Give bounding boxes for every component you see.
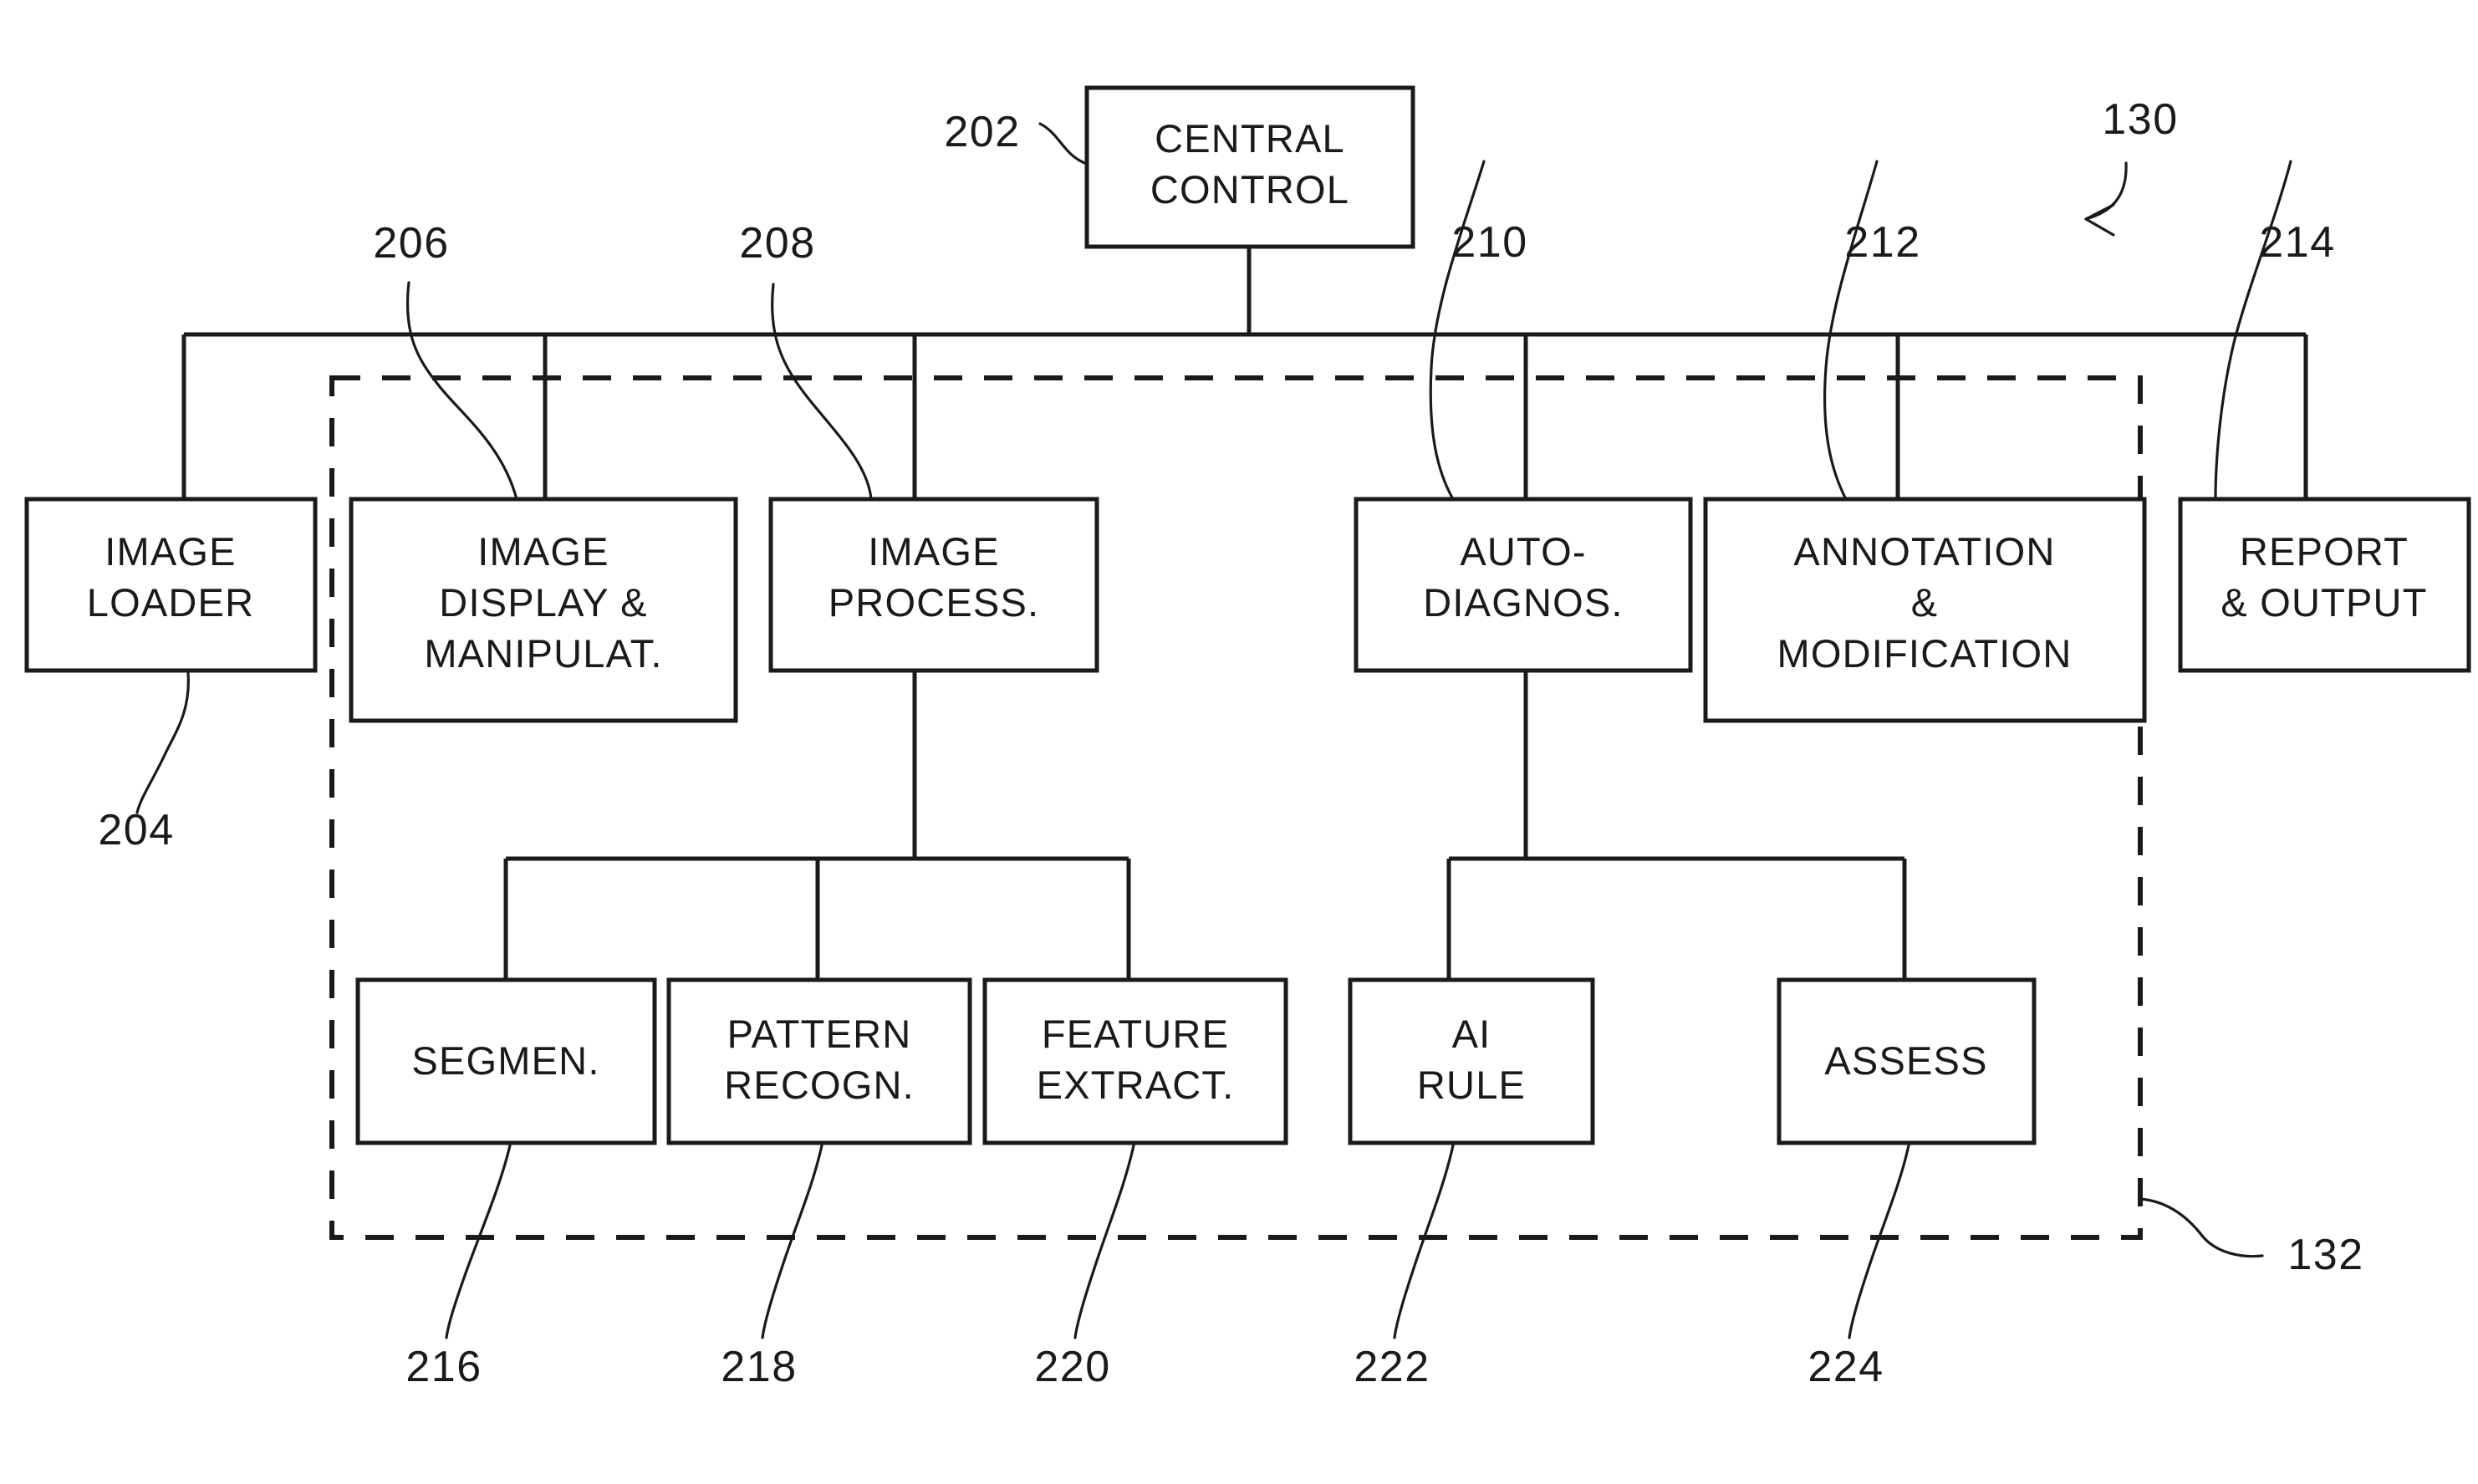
label-image-loader-line1: IMAGE [105,529,236,574]
ref-numeral-132: 132 [2287,1231,2363,1279]
ref-numeral-206: 206 [373,219,449,268]
label-image-process-line2: PROCESS. [829,580,1040,625]
leader-212 [1823,160,1879,501]
ref-numeral-224: 224 [1808,1343,1884,1391]
block-feature-extraction[interactable] [982,977,1288,1145]
label-report-output-line2: & OUTPUT [2221,580,2427,625]
label-central-control-line2: CONTROL [1150,167,1349,212]
label-central-control-line1: CENTRAL [1155,116,1345,161]
ref-numeral-130: 130 [2102,95,2178,144]
label-image-loader-line2: LOADER [87,580,254,625]
label-ai-rule-line1: AI [1452,1012,1491,1056]
label-image-process-line1: IMAGE [868,529,999,574]
ref-numeral-202: 202 [944,108,1020,156]
leader-206 [405,281,518,501]
leader-130 [2084,161,2128,221]
ref-numeral-212: 212 [1844,218,1920,267]
leader-132 [2139,1197,2264,1258]
label-image-display-line3: MANIPULAT. [424,631,662,676]
leader-202 [1038,122,1089,166]
label-feature-extraction-line2: EXTRACT. [1037,1063,1235,1107]
label-annotation-line3: MODIFICATION [1777,631,2073,676]
block-pattern-recognition[interactable] [666,977,972,1145]
ref-numeral-204: 204 [98,806,174,854]
ref-numeral-210: 210 [1451,218,1527,267]
leader-218 [761,1144,823,1339]
leader-216 [445,1144,512,1339]
patent-figure-canvas: CENTRAL CONTROL IMAGE LOADER IMAGE DISPL… [0,0,2478,1484]
ref-numeral-220: 220 [1034,1343,1110,1391]
label-annotation-line2: & [1911,580,1939,625]
label-annotation-line1: ANNOTATION [1793,529,2055,574]
leader-220 [1073,1144,1135,1339]
leader-214 [2214,160,2292,501]
label-pattern-recognition-line1: PATTERN [727,1012,912,1056]
ref-numeral-222: 222 [1354,1343,1430,1391]
label-image-display-line1: IMAGE [477,529,609,574]
block-ai-rule[interactable] [1348,977,1595,1145]
ref-numeral-214: 214 [2259,218,2335,267]
label-pattern-recognition-line2: RECOGN. [724,1063,915,1107]
ref-numeral-218: 218 [721,1343,797,1391]
ref-numeral-208: 208 [739,219,815,268]
label-ai-rule-line2: RULE [1417,1063,1526,1107]
label-image-display-line2: DISPLAY & [439,580,647,625]
label-feature-extraction-line1: FEATURE [1042,1012,1229,1056]
leader-204 [135,671,190,814]
ref-numeral-216: 216 [405,1343,482,1391]
label-report-output-line1: REPORT [2240,529,2409,574]
label-assessment: ASSESS [1824,1038,1987,1083]
leader-208 [771,283,873,501]
leader-224 [1848,1144,1910,1339]
label-auto-diagnosis-line2: DIAGNOS. [1423,580,1623,625]
leader-222 [1393,1144,1455,1339]
block-diagram: CENTRAL CONTROL IMAGE LOADER IMAGE DISPL… [24,85,2471,1391]
leader-210 [1429,160,1486,501]
label-segmentation: SEGMEN. [411,1038,599,1083]
label-auto-diagnosis-line1: AUTO- [1460,529,1586,574]
